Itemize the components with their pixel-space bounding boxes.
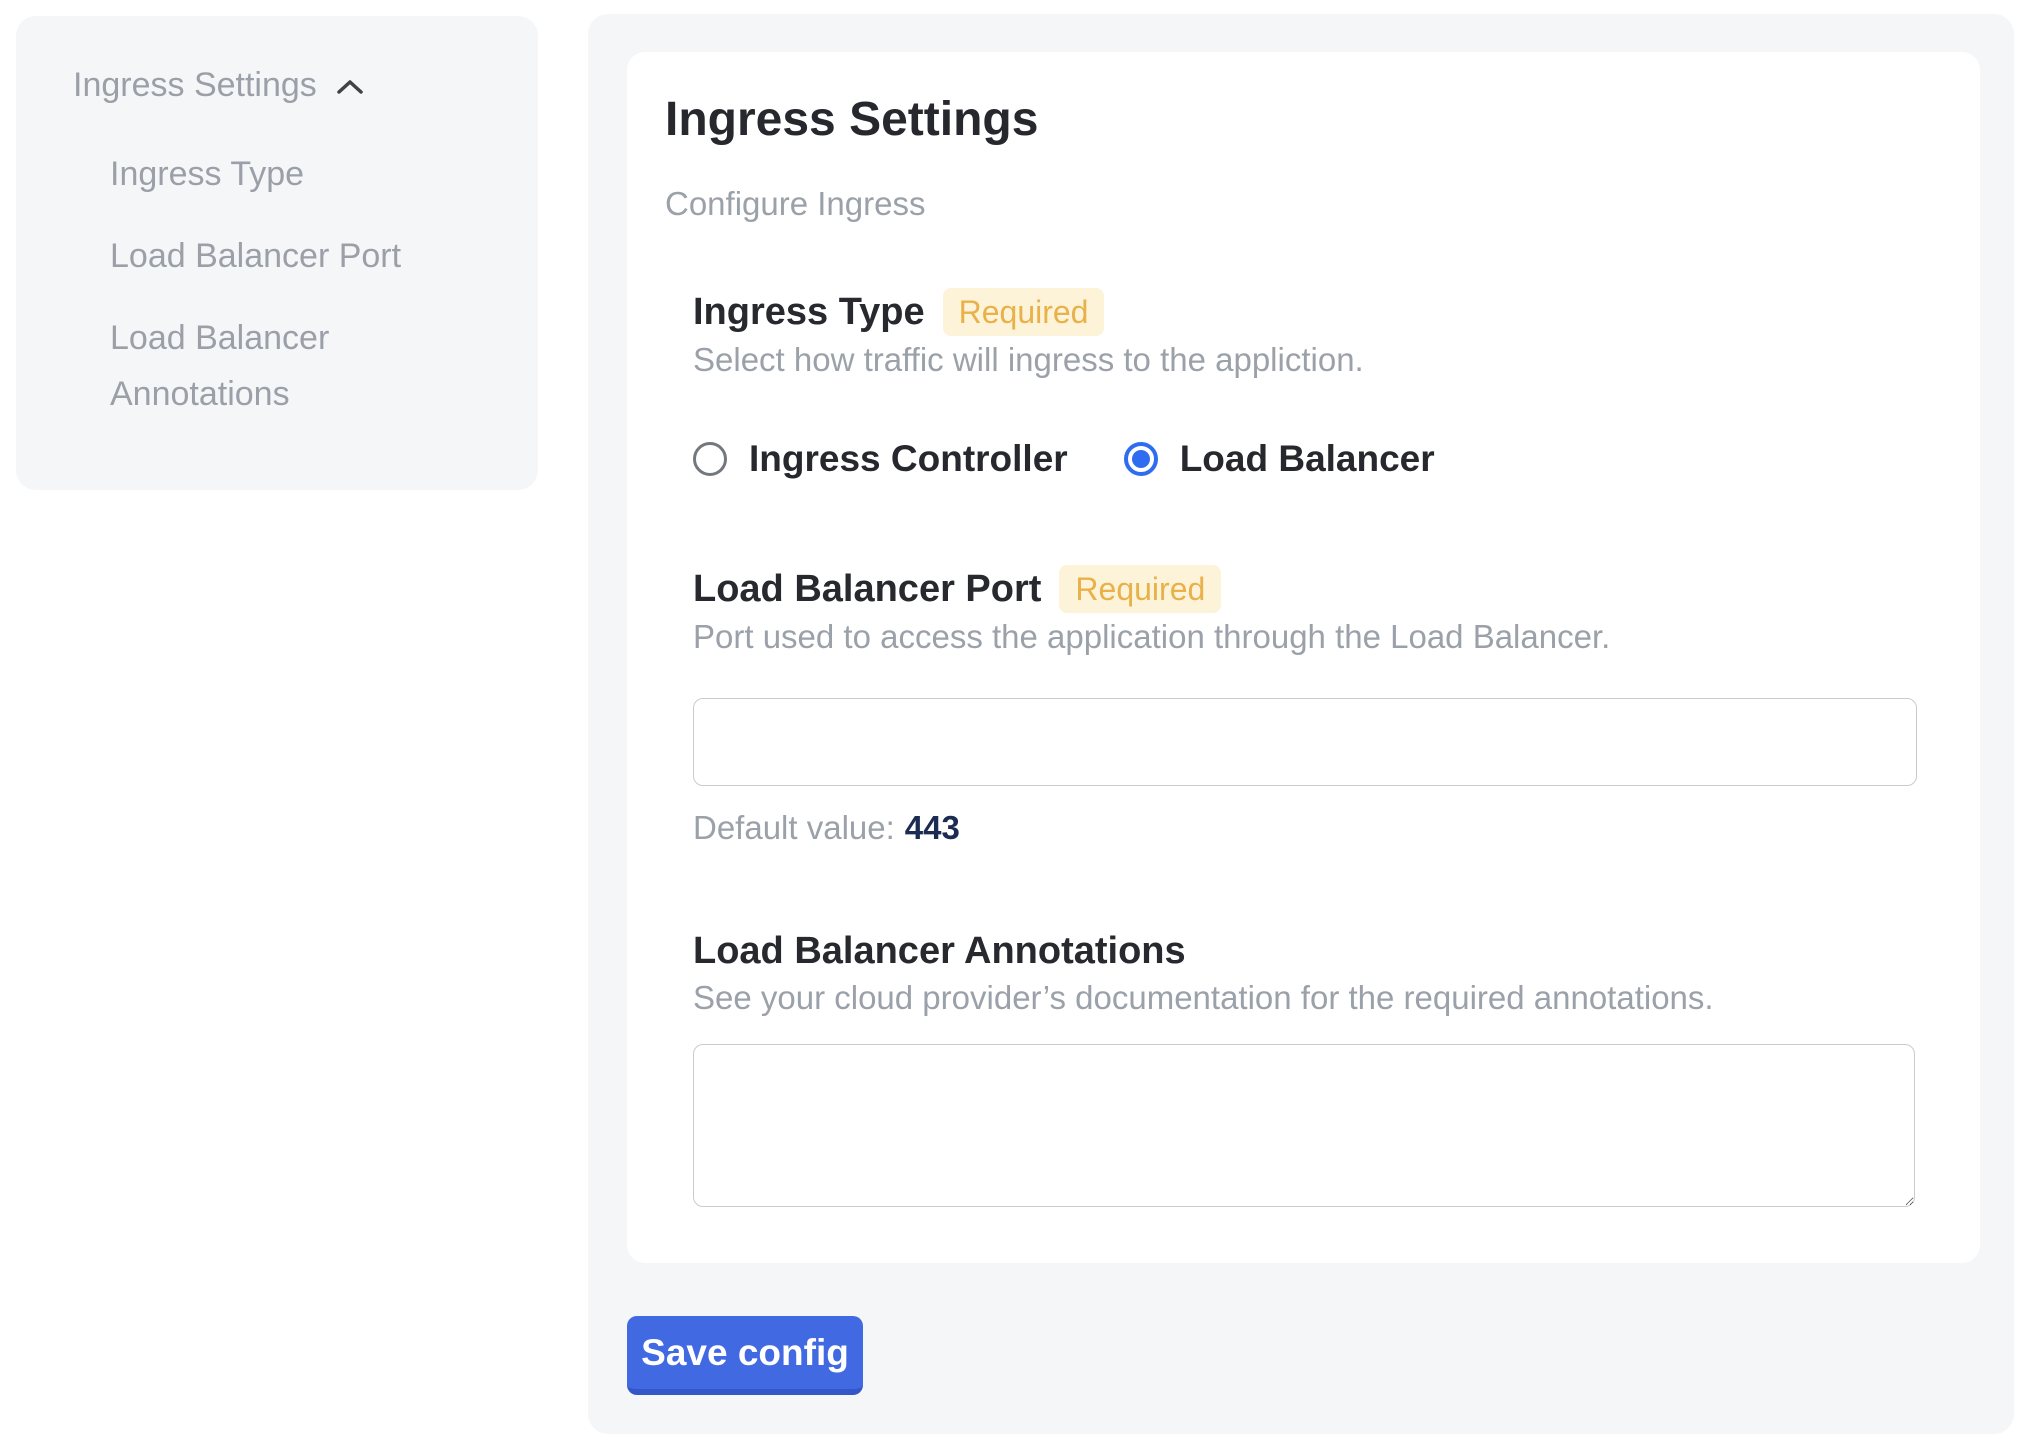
- radio-option-ingress-controller[interactable]: Ingress Controller: [693, 436, 1068, 482]
- radio-load-balancer-label: Load Balancer: [1180, 436, 1435, 482]
- ingress-type-description: Select how traffic will ingress to the a…: [693, 339, 1917, 381]
- sidebar-group-label: Ingress Settings: [73, 60, 317, 110]
- page-subtitle: Configure Ingress: [665, 184, 1917, 224]
- ingress-type-label: Ingress Type: [693, 289, 925, 335]
- sidebar-item-ingress-type[interactable]: Ingress Type: [110, 146, 440, 202]
- section-load-balancer-annotations: Load Balancer Annotations See your cloud…: [693, 928, 1917, 1207]
- lb-port-label: Load Balancer Port: [693, 566, 1041, 612]
- radio-ingress-controller-icon[interactable]: [693, 442, 727, 476]
- save-config-button[interactable]: Save config: [627, 1316, 863, 1395]
- section-load-balancer-port: Load Balancer Port Required Port used to…: [693, 565, 1917, 848]
- sidebar-item-load-balancer-annotations[interactable]: Load Balancer Annotations: [110, 310, 440, 422]
- lb-port-default-line: Default value: 443: [693, 808, 1917, 848]
- required-badge: Required: [943, 288, 1105, 336]
- default-value-number: 443: [905, 809, 960, 846]
- sidebar-item-list: Ingress Type Load Balancer Port Load Bal…: [110, 146, 518, 422]
- section-ingress-type: Ingress Type Required Select how traffic…: [693, 288, 1917, 482]
- sidebar-group-ingress-settings[interactable]: Ingress Settings: [73, 60, 518, 110]
- required-badge: Required: [1059, 565, 1221, 613]
- lb-port-description: Port used to access the application thro…: [693, 616, 1917, 658]
- lb-annotations-textarea[interactable]: [693, 1044, 1915, 1207]
- default-value-prefix: Default value:: [693, 809, 895, 846]
- radio-option-load-balancer[interactable]: Load Balancer: [1124, 436, 1435, 482]
- page-title: Ingress Settings: [665, 92, 1917, 148]
- lb-port-input[interactable]: [693, 698, 1917, 786]
- lb-annotations-label: Load Balancer Annotations: [693, 928, 1186, 974]
- ingress-settings-form: Ingress Type Required Select how traffic…: [693, 288, 1917, 1207]
- ingress-settings-card: Ingress Settings Configure Ingress Ingre…: [627, 52, 1980, 1263]
- sidebar-item-load-balancer-port[interactable]: Load Balancer Port: [110, 228, 440, 284]
- radio-load-balancer-icon[interactable]: [1124, 442, 1158, 476]
- ingress-type-radio-group: Ingress Controller Load Balancer: [693, 436, 1917, 482]
- settings-sidebar: Ingress Settings Ingress Type Load Balan…: [16, 16, 538, 490]
- chevron-up-icon: [337, 79, 363, 95]
- radio-ingress-controller-label: Ingress Controller: [749, 436, 1068, 482]
- lb-annotations-description: See your cloud provider’s documentation …: [693, 977, 1917, 1019]
